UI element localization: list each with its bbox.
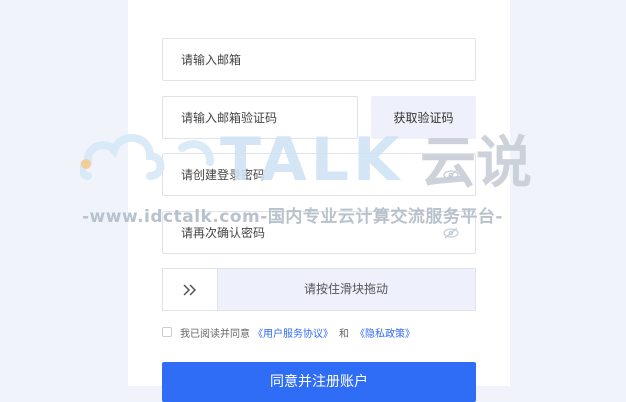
- double-chevron-right-icon: [183, 283, 197, 296]
- agree-checkbox[interactable]: [162, 327, 172, 337]
- confirm-password-field[interactable]: [162, 211, 476, 254]
- email-code-field[interactable]: [162, 96, 358, 139]
- and-text: 和: [339, 328, 349, 340]
- eye-hidden-icon[interactable]: [443, 226, 459, 240]
- confirm-password-input[interactable]: [163, 212, 475, 253]
- email-field[interactable]: [162, 38, 476, 81]
- register-submit-button[interactable]: 同意并注册账户: [162, 362, 476, 402]
- eye-hidden-icon[interactable]: [443, 168, 459, 182]
- agreement-row: 我已阅读并同意 《用户服务协议》 和 《隐私政策》: [162, 324, 418, 340]
- terms-link[interactable]: 《用户服务协议》: [253, 325, 333, 340]
- get-code-button[interactable]: 获取验证码: [371, 96, 476, 139]
- slider-hint: 请按住滑块拖动: [303, 282, 388, 296]
- email-input[interactable]: [163, 39, 475, 80]
- slider-captcha: 请按住滑块拖动: [162, 268, 476, 311]
- email-code-input[interactable]: [163, 97, 357, 138]
- password-field[interactable]: [162, 153, 476, 196]
- privacy-link[interactable]: 《隐私政策》: [355, 325, 415, 340]
- slider-handle[interactable]: [163, 269, 218, 310]
- agree-text: 我已阅读并同意: [180, 328, 250, 340]
- password-input[interactable]: [163, 154, 475, 195]
